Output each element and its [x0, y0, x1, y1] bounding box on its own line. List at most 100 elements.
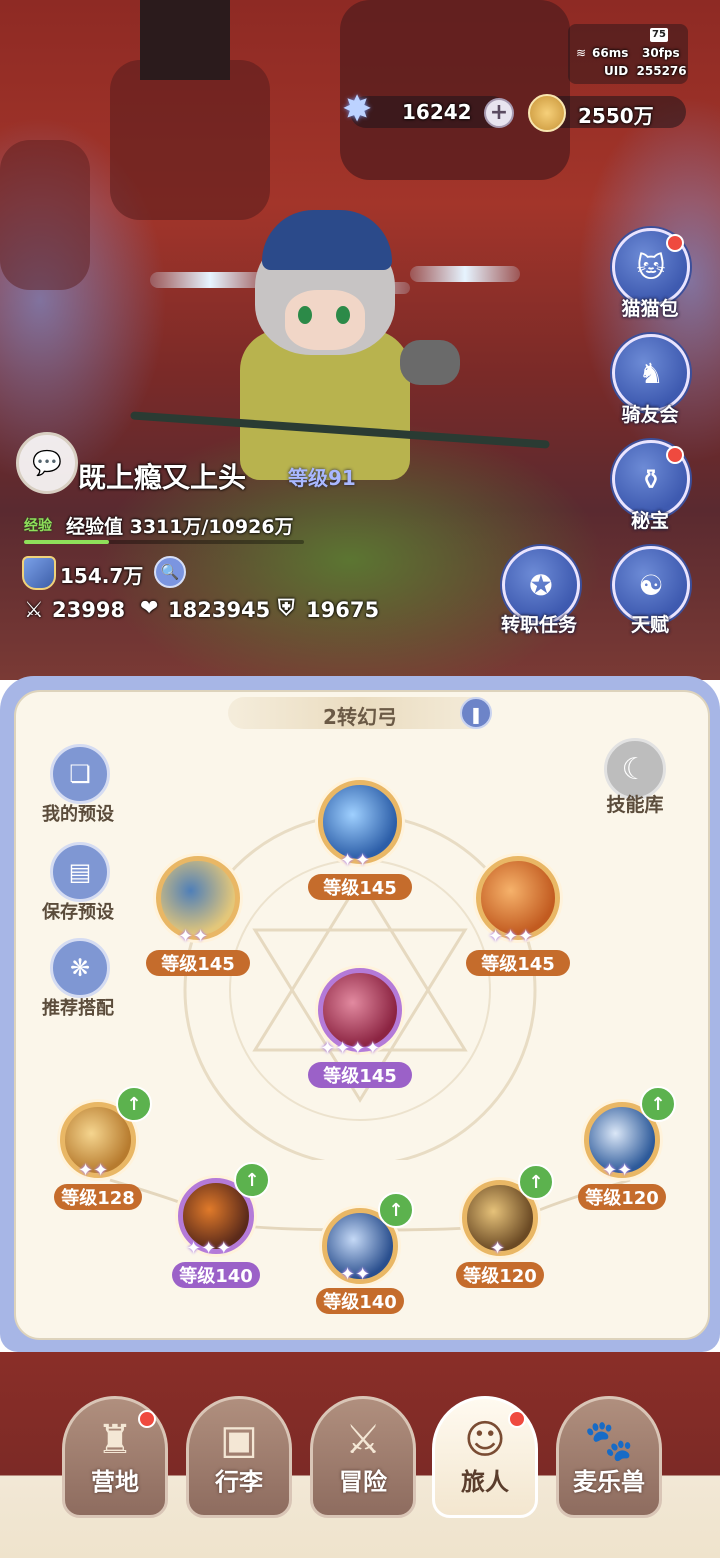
power-value: 154.7万: [60, 564, 144, 588]
job-quest-icon: ✪: [529, 568, 553, 602]
pet-icon: 🐾: [584, 1418, 634, 1464]
star-icon: ✦: [340, 850, 356, 871]
shield-icon: ⛨: [278, 596, 295, 621]
uid-text: UID 255276: [604, 64, 687, 78]
exp-bar: [24, 540, 304, 544]
crossed-swords-icon: ⚔: [345, 1417, 381, 1463]
star-icon: ✦: [355, 1264, 371, 1285]
crystal-shard: [410, 266, 520, 282]
star-icon: ✦: [320, 1038, 336, 1059]
job-quest-label: 转职任务: [500, 614, 577, 636]
nav-tab-3[interactable]: ⚔ 冒险: [310, 1396, 416, 1518]
exp-tag: 经验: [24, 518, 52, 534]
nav-tab-label: 行李: [215, 1468, 263, 1496]
character-eye: [298, 306, 312, 324]
gem-icon: ✸: [342, 89, 373, 130]
skill-stars: ✦ ✦: [178, 926, 208, 947]
skill-level-label: 等级120: [578, 1184, 666, 1210]
gem-amount: 16242: [402, 100, 472, 124]
chat-button[interactable]: 💬: [16, 432, 78, 494]
star-icon: ✦: [490, 1238, 506, 1259]
star-icon: ✦: [340, 1264, 356, 1285]
skill-level-label: 等级140: [316, 1288, 404, 1314]
my-preset-button[interactable]: ❏: [50, 744, 110, 804]
nav-tab-label: 营地: [91, 1468, 139, 1496]
skill-level-label: 等级145: [308, 874, 412, 900]
skill-level-label: 等级145: [308, 1062, 412, 1088]
fps-text: 30fps: [642, 46, 680, 60]
horse-icon: ♞: [638, 356, 664, 390]
nav-tab-2[interactable]: ▣ 行李: [186, 1396, 292, 1518]
upgrade-arrow-icon[interactable]: ↑: [378, 1192, 414, 1228]
add-gems-button[interactable]: +: [484, 98, 514, 128]
upgrade-arrow-icon[interactable]: ↑: [116, 1086, 152, 1122]
skill-stars: ✦ ✦ ✦: [186, 1238, 231, 1259]
upgrade-arrow-icon[interactable]: ↑: [640, 1086, 676, 1122]
treasure-label: 秘宝: [630, 510, 669, 532]
star-icon: ✦: [335, 1038, 351, 1059]
skill-level-label: 等级128: [54, 1184, 142, 1210]
star-icon: ✦: [193, 926, 209, 947]
recommend-build-button[interactable]: ❋: [50, 938, 110, 998]
star-icon: ✦: [602, 1160, 618, 1181]
nav-tab-5[interactable]: 🐾 麦乐兽: [556, 1396, 662, 1518]
hp-value: 1823945: [168, 598, 271, 622]
upgrade-arrow-icon[interactable]: ↑: [518, 1164, 554, 1200]
gold-coin-icon: [528, 94, 566, 132]
star-icon: ✦: [488, 926, 504, 947]
notification-dot: [138, 1410, 156, 1428]
star-icon: ✦: [201, 1238, 217, 1259]
power-detail-button[interactable]: 🔍: [154, 556, 186, 588]
book-icon: ❚: [469, 705, 483, 724]
attack-icon: ⚔: [24, 598, 44, 623]
gold-amount: 2550万: [578, 104, 654, 128]
player-level: 等级91: [288, 466, 356, 490]
rock-decoration: [110, 60, 270, 220]
star-icon: ✦: [93, 1160, 109, 1181]
tower-silhouette: [140, 0, 230, 80]
nav-tab-label: 冒险: [339, 1468, 387, 1496]
skill-stars: ✦ ✦: [78, 1160, 108, 1181]
star-icon: ✦: [617, 1160, 633, 1181]
skill-level-label: 等级145: [466, 950, 570, 976]
notification-dot: [508, 1410, 526, 1428]
skill-level-label: 等级145: [146, 950, 250, 976]
skill-stars: ✦ ✦: [602, 1160, 632, 1181]
save-preset-label: 保存预设: [42, 902, 114, 923]
defense-value: 19675: [306, 598, 380, 622]
character-face: [285, 290, 365, 350]
skill-level-label: 等级120: [456, 1262, 544, 1288]
moon-icon: ☾: [621, 751, 649, 787]
skill-stars: ✦ ✦: [340, 1264, 370, 1285]
skill-stars: ✦ ✦: [340, 850, 370, 871]
save-preset-button[interactable]: ▤: [50, 842, 110, 902]
star-icon: ✦: [216, 1238, 232, 1259]
crystal-shard: [150, 272, 270, 288]
nav-tab-label: 旅人: [461, 1468, 509, 1496]
star-icon: ✦: [503, 926, 519, 947]
skill-stars: ✦ ✦ ✦: [488, 926, 533, 947]
rock-decoration: [340, 0, 570, 180]
rider-club-label: 骑友会: [621, 404, 679, 426]
player-name: 既上瘾又上头: [78, 461, 247, 494]
my-preset-label: 我的预设: [42, 804, 114, 825]
character-eye: [336, 306, 350, 324]
heart-icon: ❤: [140, 596, 159, 621]
talent-icon: ☯: [638, 568, 664, 602]
talent-label: 天赋: [630, 614, 669, 636]
upgrade-arrow-icon[interactable]: ↑: [234, 1162, 270, 1198]
search-icon: 🔍: [160, 563, 180, 581]
recommend-build-label: 推荐搭配: [42, 998, 114, 1019]
star-icon: ✦: [78, 1160, 94, 1181]
star-icon: ✦: [186, 1238, 202, 1259]
class-info-button[interactable]: ❚: [460, 697, 492, 729]
star-icon: ✦: [178, 926, 194, 947]
save-icon: ▤: [68, 858, 92, 886]
attack-value: 23998: [52, 598, 126, 622]
chat-bubble-icon: 💬: [32, 449, 62, 477]
nav-tab-label: 麦乐兽: [573, 1468, 645, 1496]
power-badge-icon: [22, 556, 56, 590]
recommend-icon: ❋: [69, 954, 91, 982]
cat-bag-label: 猫猫包: [621, 298, 679, 320]
class-title: 2转幻弓: [323, 705, 397, 729]
